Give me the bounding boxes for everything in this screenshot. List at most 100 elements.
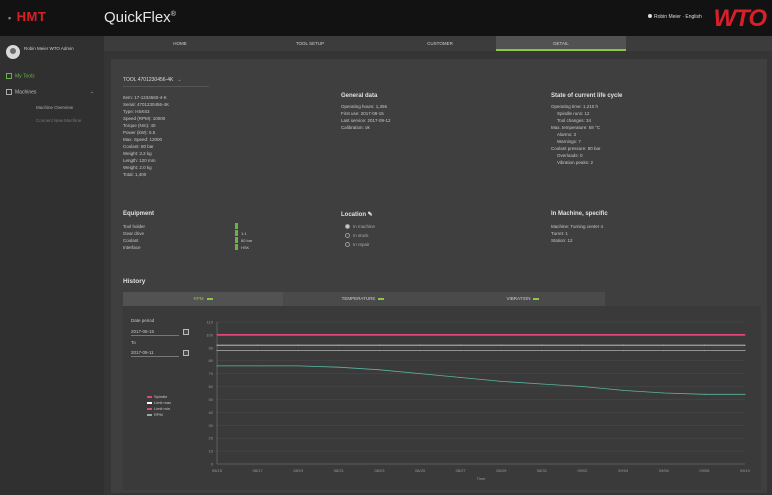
equipment-label: Coolant [123, 238, 139, 243]
state-field: Warnings: 7 [557, 139, 581, 144]
data-point [744, 334, 746, 336]
x-tick-label: 09/08 [699, 468, 710, 473]
data-point [663, 349, 665, 351]
x-tick-label: 08/23 [374, 468, 385, 473]
data-point [378, 349, 380, 351]
equipment-row: Interface [123, 245, 141, 250]
legend-swatch [147, 408, 152, 410]
data-point [582, 386, 584, 388]
data-point [500, 334, 502, 336]
x-tick-label: 09/06 [659, 468, 670, 473]
data-point [703, 344, 705, 346]
location-option-label: In machine [353, 224, 376, 229]
data-point [257, 349, 259, 351]
legend-swatch [147, 414, 152, 416]
from-date-field[interactable]: 2017-08-15 [131, 327, 179, 336]
calendar-icon[interactable] [183, 329, 189, 335]
equipment-row: Tool holder [123, 224, 145, 229]
general-field: Last service: 2017-09-12 [341, 118, 391, 123]
data-point [419, 344, 421, 346]
tool-field: Total: 1,400 [123, 172, 147, 177]
tool-field: Speed (RPM): 10000 [123, 116, 166, 121]
state-field: Coolant pressure: 80 bar [551, 146, 601, 151]
data-point [257, 365, 259, 367]
y-tick-label: 40 [209, 410, 214, 415]
general-data-title: General data [341, 93, 378, 99]
subtab-label: RPM [193, 296, 204, 301]
x-tick-label: 08/21 [334, 468, 345, 473]
sidebar-sub-connect-machine[interactable]: Connect New Machine [36, 118, 81, 123]
data-point [541, 344, 543, 346]
chevron-down-icon: ⌄ [177, 77, 182, 83]
data-point [622, 349, 624, 351]
top-bar: • HMT QuickFlex® Robin Meier · English WT… [0, 0, 772, 36]
state-field: Tool changes: 34 [557, 118, 592, 123]
state-field: Alarms: 3 [557, 132, 577, 137]
user-icon [648, 14, 652, 18]
data-point [338, 349, 340, 351]
data-point [460, 344, 462, 346]
data-point [622, 389, 624, 391]
data-point [338, 366, 340, 368]
tool-field: Weight: 2.0 kg [123, 165, 152, 170]
general-field: Operating hours: 1,356 [341, 104, 388, 109]
machine-field: Machine: Turning center 4 [551, 224, 604, 229]
equipment-value: 80 bar [241, 238, 253, 243]
location-title-text: Location [341, 212, 366, 218]
tool-field: Weight: 3.2 kg [123, 151, 152, 156]
series-swatch [378, 297, 385, 300]
data-point [500, 380, 502, 382]
tool-field: Item: 17-1234560-4-K [123, 95, 167, 100]
data-point [541, 349, 543, 351]
legend-swatch [147, 396, 152, 398]
location-option-in-stock[interactable]: In stock [345, 233, 369, 239]
data-point [297, 365, 299, 367]
y-tick-label: 70 [209, 371, 214, 376]
x-tick-label: 08/17 [253, 468, 264, 473]
data-point [500, 344, 502, 346]
sidebar-item-machines[interactable]: Machines [6, 89, 36, 95]
general-field: Calibration: ok [341, 125, 370, 130]
location-option-in-machine[interactable]: In machine [345, 224, 376, 230]
data-point [703, 393, 705, 395]
equipment-label: Gear drive [123, 231, 145, 236]
chevron-down-icon[interactable]: ⌄ [90, 89, 94, 95]
data-point [541, 334, 543, 336]
tab-home[interactable]: HOME [115, 36, 245, 51]
data-point [297, 349, 299, 351]
to-date-field[interactable]: 2017-09-11 [131, 348, 179, 357]
y-tick-label: 0 [211, 462, 214, 467]
edit-icon[interactable]: ✎ [368, 212, 373, 218]
location-option-label: In stock [353, 233, 369, 238]
equipment-indicator [235, 230, 238, 236]
hmt-logo[interactable]: • HMT [8, 9, 46, 24]
y-tick-label: 110 [207, 320, 214, 325]
tool-selector[interactable]: TOOL 4701230456-4K ⌄ [123, 77, 209, 87]
y-tick-label: 90 [209, 345, 214, 350]
location-title: Location ✎ [341, 211, 373, 218]
location-option-in-repair[interactable]: In repair [345, 242, 370, 248]
subtab-rpm[interactable]: RPM [123, 292, 283, 306]
y-tick-label: 30 [209, 423, 214, 428]
state-field: Max. temperature: 58 °C [551, 125, 601, 130]
wrench-icon [6, 73, 12, 79]
subtab-label: VIBRATION [506, 296, 531, 301]
subtab-temperature[interactable]: TEMPERATURE [283, 292, 443, 306]
legend-label: Spindle [154, 394, 168, 399]
data-point [744, 349, 746, 351]
radio-icon [345, 242, 350, 248]
sidebar-item-my-tools[interactable]: My Tools [6, 73, 35, 79]
data-point [703, 334, 705, 336]
user-menu[interactable]: Robin Meier · English [648, 14, 702, 20]
data-point [378, 369, 380, 371]
tab-tool-setup[interactable]: TOOL SETUP [245, 36, 375, 51]
tab-customer[interactable]: CUSTOMER [375, 36, 505, 51]
data-point [460, 349, 462, 351]
sidebar-sub-machine-overview[interactable]: Machine Overview [36, 105, 73, 110]
subtab-vibration[interactable]: VIBRATION [443, 292, 603, 306]
series-line-rpm [217, 365, 745, 395]
x-tick-label: 08/31 [537, 468, 548, 473]
history-title: History [123, 278, 146, 285]
calendar-icon[interactable] [183, 350, 189, 356]
tab-detail[interactable]: DETAIL [496, 36, 626, 51]
